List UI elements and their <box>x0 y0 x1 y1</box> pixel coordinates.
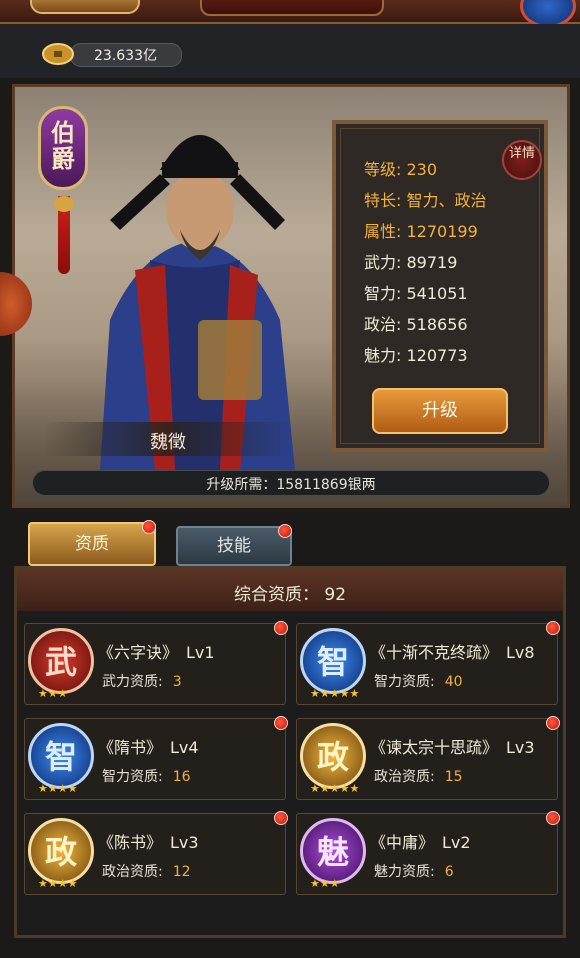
skill-attribute: 魅力资质: 6 <box>374 861 454 881</box>
stat-label: 智力: <box>364 284 402 303</box>
skill-attribute-label: 政治资质: <box>374 769 435 785</box>
tassel-knot <box>54 196 74 212</box>
currency-amount: 23.633亿 <box>94 48 157 64</box>
skill-attribute-value: 6 <box>444 864 454 880</box>
skill-attribute: 智力资质: 40 <box>374 671 463 691</box>
skill-icon: 政 <box>300 723 366 789</box>
notification-dot <box>278 524 292 538</box>
skill-attribute: 智力资质: 16 <box>102 766 191 786</box>
stat-force: 武力: 89719 <box>364 249 457 273</box>
notification-dot <box>546 716 560 730</box>
skill-level: Lv3 <box>170 833 199 852</box>
stat-value: 1270199 <box>406 222 478 241</box>
skill-level: Lv2 <box>442 833 471 852</box>
skill-name: 《陈书》 Lv3 <box>98 829 199 853</box>
notification-dot <box>546 811 560 825</box>
skill-attribute-value: 16 <box>172 769 191 785</box>
details-button[interactable]: 详情 <box>502 140 542 180</box>
skill-level: Lv8 <box>506 643 535 662</box>
skill-attribute: 政治资质: 15 <box>374 766 463 786</box>
skill-attribute: 武力资质: 3 <box>102 671 182 691</box>
top-title-tab <box>200 0 384 16</box>
character-name: 魏徵 <box>150 432 186 453</box>
stat-label: 武力: <box>364 253 402 272</box>
skill-name: 《谏太宗十思疏》 Lv3 <box>370 734 535 758</box>
skill-attribute-value: 3 <box>172 674 182 690</box>
tab-quality[interactable]: 资质 <box>28 522 156 566</box>
quality-total: 综合资质： 92 <box>233 585 347 605</box>
skill-title: 《陈书》 <box>98 833 163 852</box>
skill-title: 《十渐不克终疏》 <box>370 643 499 662</box>
skill-stars: ★★★★★ <box>310 782 360 795</box>
character-figure <box>100 135 295 470</box>
skill-attribute-label: 魅力资质: <box>374 864 435 880</box>
skill-attribute-value: 40 <box>444 674 463 690</box>
coin-icon <box>42 43 74 65</box>
skill-level: Lv3 <box>506 738 535 757</box>
stat-value: 89719 <box>406 253 458 272</box>
skill-level: Lv1 <box>186 643 215 662</box>
rank-badge-text: 伯爵 <box>51 118 75 173</box>
skill-stars: ★★★★ <box>38 782 78 795</box>
stat-value: 541051 <box>406 284 468 303</box>
upgrade-cost-text: 升级所需：15811869银两 <box>206 477 376 493</box>
stat-specialty: 特长: 智力、政治 <box>364 187 487 211</box>
stat-label: 特长: <box>364 191 402 210</box>
stat-charm: 魅力: 120773 <box>364 342 468 366</box>
skill-title: 《隋书》 <box>98 738 163 757</box>
notification-dot <box>546 621 560 635</box>
stat-value: 智力、政治 <box>406 191 487 210</box>
skill-stars: ★★★ <box>310 877 340 890</box>
stat-value: 518656 <box>406 315 468 334</box>
skill-name: 《十渐不克终疏》 Lv8 <box>370 639 535 663</box>
stat-politics: 政治: 518656 <box>364 311 468 335</box>
upgrade-button[interactable]: 升级 <box>372 388 508 434</box>
stat-value: 120773 <box>406 346 468 365</box>
skill-icon: 智 <box>300 628 366 694</box>
stat-label: 等级: <box>364 160 402 179</box>
skill-level: Lv4 <box>170 738 199 757</box>
skill-attribute-label: 智力资质: <box>102 769 163 785</box>
skill-icon: 政 <box>28 818 94 884</box>
stat-attribute: 属性: 1270199 <box>364 218 478 242</box>
skill-attribute-label: 智力资质: <box>374 674 435 690</box>
skill-name: 《隋书》 Lv4 <box>98 734 199 758</box>
stat-label: 魅力: <box>364 346 402 365</box>
skill-attribute: 政治资质: 12 <box>102 861 191 881</box>
skill-name: 《中庸》 Lv2 <box>370 829 471 853</box>
skill-attribute-value: 12 <box>172 864 191 880</box>
skill-attribute-label: 武力资质: <box>102 674 163 690</box>
stat-value: 230 <box>406 160 438 179</box>
skill-title: 《谏太宗十思疏》 <box>370 738 499 757</box>
top-left-tab[interactable] <box>30 0 140 14</box>
skill-title: 《六字诀》 <box>98 643 179 662</box>
skill-title: 《中庸》 <box>370 833 435 852</box>
tab-skills[interactable]: 技能 <box>176 526 292 566</box>
skill-icon: 武 <box>28 628 94 694</box>
skill-icon: 智 <box>28 723 94 789</box>
skill-stars: ★★★★ <box>38 877 78 890</box>
skill-icon: 魅 <box>300 818 366 884</box>
skill-attribute-value: 15 <box>444 769 463 785</box>
stat-intellect: 智力: 541051 <box>364 280 468 304</box>
skill-stars: ★★★★★ <box>310 687 360 700</box>
notification-dot <box>274 621 288 635</box>
skill-attribute-label: 政治资质: <box>102 864 163 880</box>
notification-dot <box>274 716 288 730</box>
skill-name: 《六字诀》 Lv1 <box>98 639 215 663</box>
stat-label: 政治: <box>364 315 402 334</box>
notification-dot <box>274 811 288 825</box>
notification-dot <box>142 520 156 534</box>
stat-level: 等级: 230 <box>364 156 437 180</box>
skill-stars: ★★★ <box>38 687 68 700</box>
stat-label: 属性: <box>364 222 402 241</box>
